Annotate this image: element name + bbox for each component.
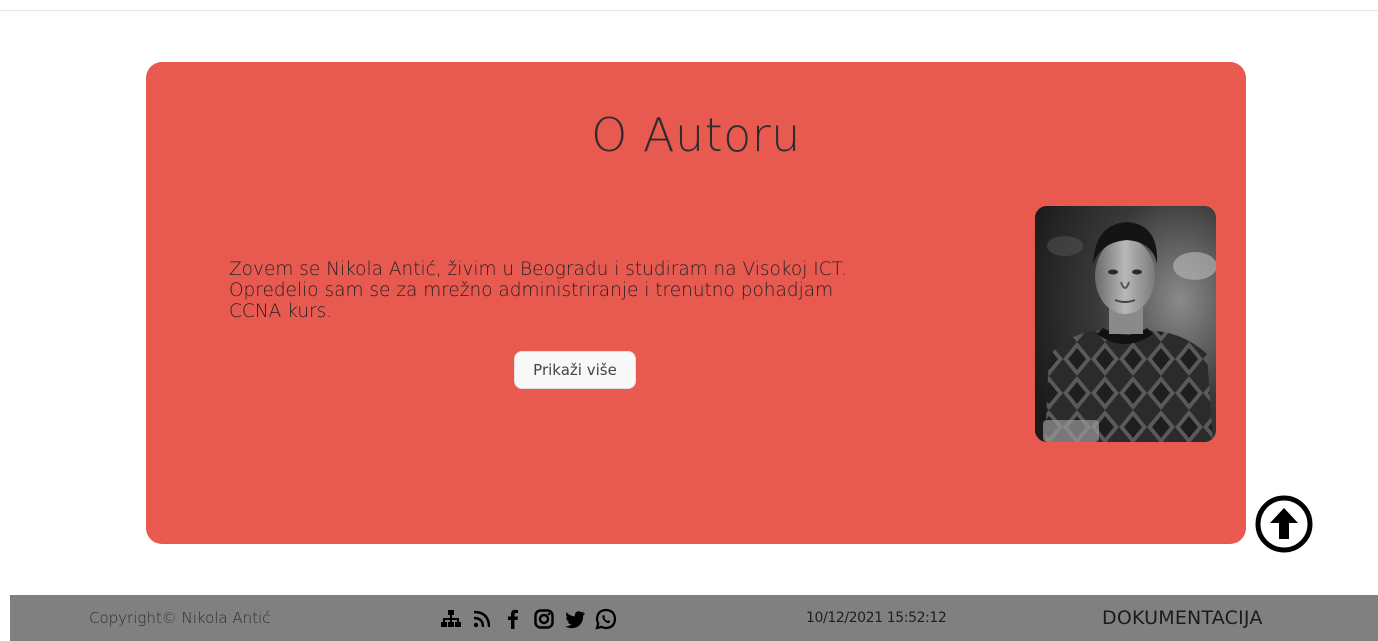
facebook-icon[interactable]: [502, 608, 524, 630]
footer: Copyright© Nikola Antić 10/12/2021 15:52…: [10, 595, 1378, 641]
documentation-link[interactable]: DOKUMENTACIJA: [1102, 607, 1263, 629]
scroll-to-top-button[interactable]: [1254, 494, 1314, 554]
whatsapp-icon[interactable]: [595, 608, 617, 630]
sitemap-icon[interactable]: [440, 608, 462, 630]
twitter-icon[interactable]: [564, 608, 586, 630]
about-section: O Autoru Zovem se Nikola Antić, živim u …: [146, 62, 1246, 544]
rss-icon[interactable]: [471, 608, 493, 630]
about-title: O Autoru: [591, 108, 801, 162]
author-photo: [1035, 206, 1216, 442]
header-divider: [0, 10, 1378, 11]
current-datetime: 10/12/2021 15:52:12: [806, 610, 947, 626]
copyright-text: Copyright© Nikola Antić: [89, 609, 271, 627]
instagram-icon[interactable]: [533, 608, 555, 630]
show-more-button[interactable]: Prikaži više: [514, 351, 636, 389]
arrow-up-circle-icon: [1255, 495, 1313, 553]
about-text: Zovem se Nikola Antić, živim u Beogradu …: [229, 259, 847, 322]
social-links: [440, 607, 626, 631]
